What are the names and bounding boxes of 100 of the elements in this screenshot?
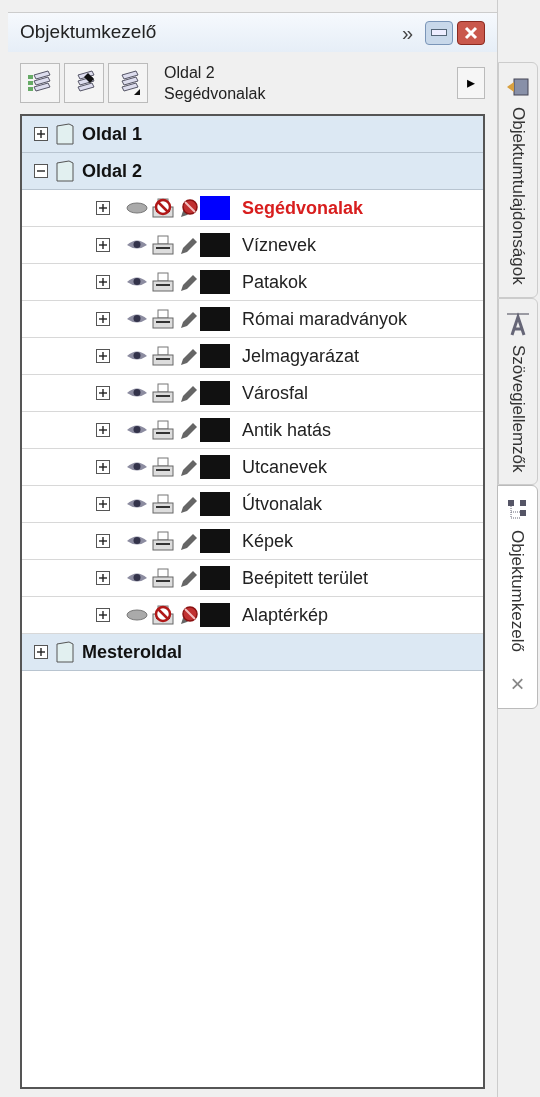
layer-name: Segédvonalak	[242, 196, 364, 220]
layer-row[interactable]: Antik hatás	[22, 412, 483, 449]
layer-name: Alaptérkép	[242, 603, 329, 627]
expand-icon[interactable]	[96, 349, 110, 363]
pencil-icon[interactable]	[178, 272, 200, 292]
layer-tool-button[interactable]	[64, 63, 104, 103]
layer-row[interactable]: Víznevek	[22, 227, 483, 264]
layer-row[interactable]: Segédvonalak	[22, 190, 483, 227]
layer-row[interactable]: Patakok	[22, 264, 483, 301]
printer-icon[interactable]	[152, 531, 174, 551]
layer-row[interactable]: Beépitett terület	[22, 560, 483, 597]
layer-color-swatch[interactable]	[200, 492, 230, 516]
menu-arrow-button[interactable]: ▸	[457, 67, 485, 99]
layer-row[interactable]: Képek	[22, 523, 483, 560]
layer-color-swatch[interactable]	[200, 307, 230, 331]
printer-icon[interactable]	[152, 568, 174, 588]
current-page-label: Oldal 2	[164, 63, 216, 83]
page-icon	[56, 123, 74, 145]
properties-icon	[506, 75, 530, 99]
no-print-icon[interactable]	[152, 198, 174, 218]
page-row[interactable]: Oldal 1	[22, 116, 483, 153]
page-icon	[56, 641, 74, 663]
expand-icon[interactable]	[96, 275, 110, 289]
expand-icon[interactable]	[96, 238, 110, 252]
pencil-icon[interactable]	[178, 494, 200, 514]
layer-color-swatch[interactable]	[200, 196, 230, 220]
close-icon	[464, 25, 478, 40]
layer-name: Városfal	[242, 381, 309, 405]
expand-icon[interactable]	[96, 497, 110, 511]
expand-icon[interactable]	[34, 127, 48, 141]
pencil-icon[interactable]	[178, 346, 200, 366]
layer-name: Víznevek	[242, 233, 317, 257]
page-row[interactable]: Mesteroldal	[22, 634, 483, 671]
pencil-icon[interactable]	[178, 309, 200, 329]
expand-icon[interactable]	[96, 423, 110, 437]
expand-icon[interactable]	[34, 645, 48, 659]
layer-color-swatch[interactable]	[200, 455, 230, 479]
page-icon	[56, 160, 74, 182]
layer-name: Képek	[242, 529, 294, 553]
expand-icon[interactable]	[96, 386, 110, 400]
printer-icon[interactable]	[152, 235, 174, 255]
no-print-icon[interactable]	[152, 605, 174, 625]
layer-name: Antik hatás	[242, 418, 332, 442]
layer-color-swatch[interactable]	[200, 529, 230, 553]
page-name: Oldal 1	[82, 122, 143, 146]
pencil-icon[interactable]	[178, 457, 200, 477]
layer-name: Jelmagyarázat	[242, 344, 360, 368]
expand-icon[interactable]	[96, 571, 110, 585]
side-tab[interactable]: Objektumkezelő ×	[497, 485, 538, 710]
minimize-button[interactable]	[425, 20, 453, 45]
page-name: Oldal 2	[82, 159, 143, 183]
side-tab[interactable]: Szövegjellemzők	[498, 297, 538, 486]
printer-icon[interactable]	[152, 309, 174, 329]
printer-icon[interactable]	[152, 346, 174, 366]
panel-title: Objektumkezelő	[20, 20, 158, 45]
expand-icon[interactable]	[96, 201, 110, 215]
layer-name: Beépitett terület	[242, 566, 369, 590]
pencil-icon[interactable]	[178, 531, 200, 551]
printer-icon[interactable]	[152, 272, 174, 292]
printer-icon[interactable]	[152, 494, 174, 514]
printer-icon[interactable]	[152, 383, 174, 403]
closed-eye-icon[interactable]	[126, 608, 148, 622]
pencil-icon[interactable]	[178, 235, 200, 255]
printer-icon[interactable]	[152, 457, 174, 477]
layer-color-swatch[interactable]	[200, 603, 230, 627]
layer-color-swatch[interactable]	[200, 566, 230, 590]
layer-color-swatch[interactable]	[200, 418, 230, 442]
expand-icon[interactable]	[96, 608, 110, 622]
close-button[interactable]	[457, 20, 485, 45]
layer-row[interactable]: Jelmagyarázat	[22, 338, 483, 375]
pencil-icon[interactable]	[178, 420, 200, 440]
layer-row[interactable]: Útvonalak	[22, 486, 483, 523]
pencil-icon[interactable]	[178, 568, 200, 588]
pencil-icon[interactable]	[178, 383, 200, 403]
expand-icon[interactable]	[96, 460, 110, 474]
layer-color-swatch[interactable]	[200, 381, 230, 405]
page-row[interactable]: Oldal 2	[22, 153, 483, 190]
layer-name: Utcanevek	[242, 455, 328, 479]
page-name: Mesteroldal	[82, 640, 183, 664]
side-tab[interactable]: Objektumtulajdonságok	[498, 62, 538, 298]
text-style-icon	[506, 310, 530, 337]
layer-color-swatch[interactable]	[200, 270, 230, 294]
closed-eye-icon[interactable]	[126, 201, 148, 215]
layer-color-swatch[interactable]	[200, 344, 230, 368]
current-layer-label: Segédvonalak	[164, 84, 267, 104]
layer-name: Patakok	[242, 270, 308, 294]
expand-icon[interactable]	[96, 534, 110, 548]
layer-color-swatch[interactable]	[200, 233, 230, 257]
collapse-icon[interactable]	[34, 164, 48, 178]
no-edit-icon[interactable]	[178, 198, 200, 218]
tab-close-icon[interactable]: ×	[510, 672, 525, 697]
layer-row[interactable]: Római maradványok	[22, 301, 483, 338]
printer-icon[interactable]	[152, 420, 174, 440]
layer-row[interactable]: Városfal	[22, 375, 483, 412]
layer-name: Útvonalak	[242, 492, 323, 516]
expand-icon[interactable]	[96, 312, 110, 326]
layer-row[interactable]: Utcanevek	[22, 449, 483, 486]
expand-button[interactable]: »	[401, 17, 413, 48]
layer-name: Római maradványok	[242, 307, 408, 331]
no-edit-icon[interactable]	[178, 605, 200, 625]
